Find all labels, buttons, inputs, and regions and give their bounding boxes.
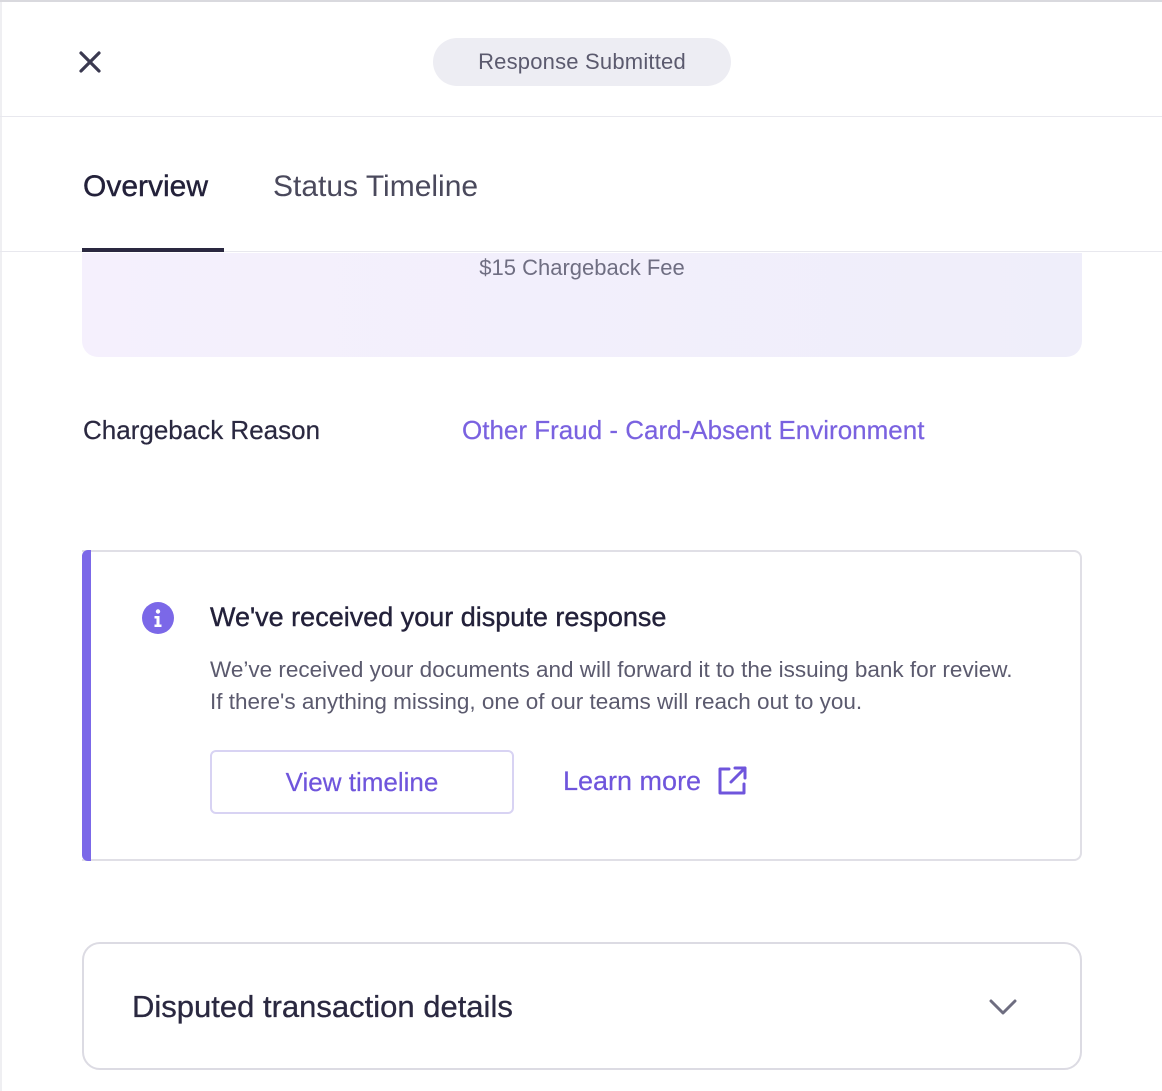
tab-status-timeline[interactable]: Status Timeline [273, 170, 478, 204]
learn-more-link[interactable]: Learn more [563, 764, 749, 798]
panel-header: Response Submitted [0, 4, 1162, 117]
info-icon [142, 602, 174, 634]
alert-accent-bar [82, 550, 91, 861]
alert-title: We've received your dispute response [210, 602, 667, 632]
tab-bar: Overview Status Timeline [0, 118, 1162, 252]
chargeback-reason-link[interactable]: Other Fraud - Card-Absent Environment [462, 415, 925, 446]
learn-more-label: Learn more [563, 765, 702, 796]
close-button[interactable] [72, 44, 108, 80]
external-link-icon [718, 766, 747, 795]
tab-overview[interactable]: Overview [83, 170, 208, 204]
active-tab-indicator [82, 248, 224, 252]
view-timeline-button[interactable]: View timeline [210, 750, 514, 814]
close-icon [79, 51, 101, 73]
chevron-down-icon [989, 999, 1017, 1015]
chargeback-fee-text: $15 Chargeback Fee [479, 255, 685, 280]
accordion-title: Disputed transaction details [132, 989, 513, 1024]
dispute-detail-panel: Response Submitted Overview Status Timel… [0, 0, 1162, 1091]
disputed-transaction-accordion[interactable]: Disputed transaction details [82, 942, 1082, 1070]
chargeback-reason-label: Chargeback Reason [83, 415, 321, 445]
alert-body: We’ve received your documents and will f… [210, 657, 1013, 714]
status-badge: Response Submitted [433, 38, 731, 86]
chargeback-fee-card: $15 Chargeback Fee [82, 253, 1082, 357]
